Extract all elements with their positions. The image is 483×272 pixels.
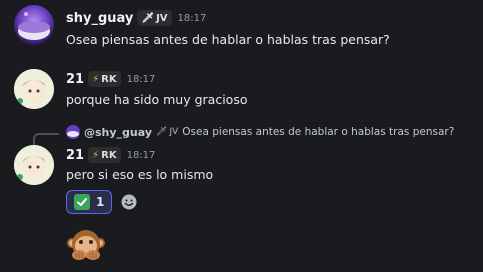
username[interactable]: 21 [66,148,84,163]
username[interactable]: 21 [66,72,84,87]
avatar-21[interactable] [14,69,54,109]
sword-icon: 🗡 [141,12,155,24]
avatar-21[interactable] [14,145,54,185]
message-text: porque ha sido muy gracioso [66,92,248,107]
avatar-image-planet [14,5,54,45]
timestamp: 18:17 [126,73,156,85]
reaction-check-mark[interactable]: 1 [66,190,113,214]
reaction-count: 1 [96,195,105,209]
reply-text: Osea piensas antes de hablar o hablas tr… [182,126,455,138]
reply-avatar [66,125,80,139]
monkey-covering-mouth-icon [67,230,105,260]
add-reaction-button[interactable] [118,191,140,213]
sword-icon: 🗡 [156,127,168,137]
clan-tag[interactable]: 🗡 JV [137,10,172,26]
clan-tag[interactable]: ⚡ RK [88,71,121,87]
reply-username[interactable]: @shy_guay [84,126,152,139]
lightning-icon: ⚡ [92,73,100,85]
avatar-image-planet [66,125,80,139]
monkey-covering-mouth-sticker[interactable] [66,225,106,265]
message-text: pero si eso es lo mismo [66,167,214,182]
username[interactable]: shy_guay [66,11,133,26]
reply-clan-tag: 🗡 JV [156,127,178,137]
reply-connector [33,133,59,145]
reactions-bar: 1 [66,190,140,214]
avatar-image-character [14,69,54,109]
avatar-image-character [14,145,54,185]
clan-tag[interactable]: ⚡ RK [88,147,121,163]
add-reaction-smiley-icon [121,194,137,210]
clan-tag-label: RK [101,73,117,85]
clan-tag-label: JV [156,12,168,24]
clan-tag-label: RK [101,149,117,161]
lightning-icon: ⚡ [92,149,100,161]
check-mark-button-icon [74,194,90,210]
timestamp: 18:17 [126,149,156,161]
timestamp: 18:17 [177,12,207,24]
avatar-shy-guay[interactable] [14,5,54,45]
message-text: Osea piensas antes de hablar o hablas tr… [66,32,390,47]
reply-clan-tag-label: JV [169,127,179,137]
reply-preview[interactable]: @shy_guay 🗡 JV Osea piensas antes de hab… [66,125,454,139]
